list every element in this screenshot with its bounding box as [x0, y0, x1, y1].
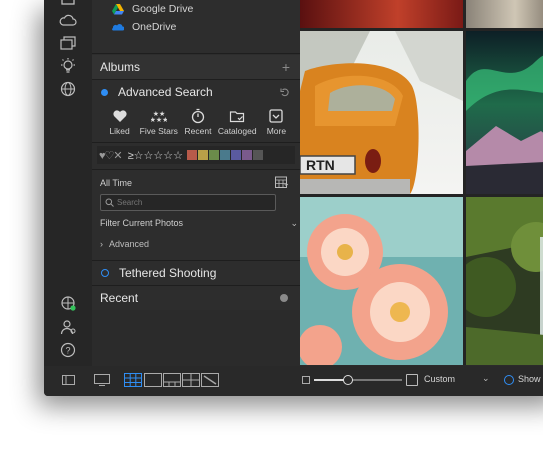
app-window: ? Google Drive OneDrive Albums + Advance… — [44, 0, 543, 396]
compare-view-icon[interactable] — [182, 373, 200, 387]
onedrive-icon — [112, 24, 124, 31]
rating-filter-bar: ♥♡✕ ≥☆☆☆☆☆ — [97, 146, 295, 164]
albums-label: Albums — [100, 60, 141, 74]
sidebar-item-google-drive[interactable]: Google Drive — [112, 1, 193, 17]
quick-filter-liked[interactable]: Liked — [100, 108, 139, 138]
add-album-button[interactable]: + — [282, 59, 290, 75]
recent-section[interactable]: Recent — [92, 286, 300, 310]
photo-thumbnail[interactable]: RTN — [300, 31, 463, 194]
globe-icon[interactable] — [58, 80, 78, 98]
filmstrip-view-icon[interactable] — [163, 373, 181, 387]
chevron-down-icon[interactable]: ⌄ — [482, 373, 490, 384]
grid-view-icon[interactable] — [124, 373, 142, 387]
quick-filter-five-stars[interactable]: ★★ ★★★ Five Stars — [139, 108, 178, 138]
fullscreen-view-icon[interactable] — [201, 373, 219, 387]
color-swatch[interactable] — [208, 150, 219, 160]
tethered-shooting-label: Tethered Shooting — [119, 266, 217, 280]
sidebar-item-onedrive[interactable]: OneDrive — [112, 19, 176, 35]
custom-label: Custom — [424, 374, 456, 384]
quick-filter-recent[interactable]: Recent — [178, 108, 217, 138]
divider — [92, 53, 300, 54]
divider — [92, 142, 300, 143]
show-label[interactable]: Show S — [518, 374, 543, 384]
cloud-icon[interactable] — [58, 12, 78, 30]
star-filter[interactable]: ≥☆☆☆☆☆ — [128, 149, 183, 162]
layers-icon[interactable] — [58, 34, 78, 52]
advanced-search-label: Advanced Search — [118, 85, 213, 99]
color-swatch[interactable] — [252, 150, 263, 160]
color-swatch[interactable] — [197, 150, 208, 160]
albums-section[interactable]: Albums + — [92, 55, 300, 79]
photo-thumbnail[interactable] — [300, 197, 463, 365]
small-thumbnail-icon — [302, 376, 310, 384]
zoom-slider[interactable] — [314, 375, 402, 385]
heart-icon — [112, 110, 127, 122]
color-swatch[interactable] — [219, 150, 230, 160]
date-filter-dropdown[interactable]: All Time ⌄ — [100, 175, 290, 191]
sync-globe-icon[interactable] — [58, 294, 78, 312]
single-view-icon[interactable] — [144, 373, 162, 387]
radio-icon[interactable] — [504, 375, 514, 385]
stopwatch-icon — [191, 108, 205, 124]
sidebar-panel: Google Drive OneDrive Albums + Advanced … — [92, 0, 300, 310]
help-icon[interactable]: ? — [58, 341, 78, 359]
checkbox[interactable] — [406, 374, 418, 386]
recent-label: Recent — [100, 291, 139, 305]
photo-thumbnail[interactable] — [466, 197, 543, 365]
tethered-shooting-section[interactable]: Tethered Shooting — [92, 261, 300, 285]
presentation-icon[interactable] — [94, 374, 110, 386]
active-dot-icon — [101, 88, 108, 96]
photo-grid: RTN — [300, 0, 543, 365]
quick-filter-cataloged[interactable]: Cataloged — [218, 108, 257, 138]
quick-filters: Liked ★★ ★★★ Five Stars Recent Cataloged … — [100, 108, 296, 138]
photo-thumbnail[interactable] — [300, 0, 463, 28]
lightbulb-icon[interactable] — [58, 57, 78, 75]
svg-text:★★★: ★★★ — [151, 116, 167, 124]
svg-text:RTN: RTN — [306, 157, 335, 173]
search-input-box[interactable] — [100, 194, 276, 211]
remove-icon[interactable] — [280, 294, 288, 302]
color-swatch[interactable] — [230, 150, 241, 160]
svg-text:?: ? — [65, 346, 70, 356]
inactive-dot-icon — [101, 269, 109, 277]
more-checkbox-icon — [269, 109, 284, 123]
sidebar-toggle-icon[interactable] — [62, 375, 75, 385]
advanced-expander[interactable]: › Advanced — [100, 236, 290, 252]
search-input[interactable] — [117, 198, 267, 207]
zoom-slider-fill — [314, 379, 348, 381]
sidebar-item-label: OneDrive — [132, 21, 177, 33]
sidebar-item-label: Google Drive — [132, 3, 194, 15]
quick-filter-more[interactable]: More — [257, 108, 296, 138]
color-swatch[interactable] — [241, 150, 252, 160]
folder-check-icon — [230, 111, 245, 123]
like-filter-icons[interactable]: ♥♡✕ — [99, 149, 123, 162]
filter-current-photos-dropdown[interactable]: Filter Current Photos ⌄ — [100, 215, 298, 231]
five-stars-icon: ★★★★★ — [151, 110, 167, 124]
left-rail: ? — [44, 0, 92, 370]
divider — [92, 169, 300, 170]
advanced-search-section[interactable]: Advanced Search — [92, 82, 300, 102]
photo-thumbnail[interactable] — [466, 0, 543, 28]
calendar-icon[interactable] — [275, 176, 287, 188]
chevron-right-icon: › — [100, 239, 103, 249]
search-icon — [105, 198, 114, 207]
account-icon[interactable] — [58, 318, 78, 336]
chevron-down-icon: ⌄ — [290, 217, 298, 228]
google-drive-icon — [112, 4, 124, 15]
color-label-filter[interactable] — [186, 150, 264, 160]
photo-thumbnail[interactable] — [466, 31, 543, 194]
reset-icon[interactable] — [280, 87, 290, 97]
color-swatch[interactable] — [186, 150, 197, 160]
bottom-toolbar: Custom ⌄ Show S — [44, 366, 543, 396]
zoom-slider-handle[interactable] — [343, 375, 354, 385]
divider — [92, 79, 300, 80]
